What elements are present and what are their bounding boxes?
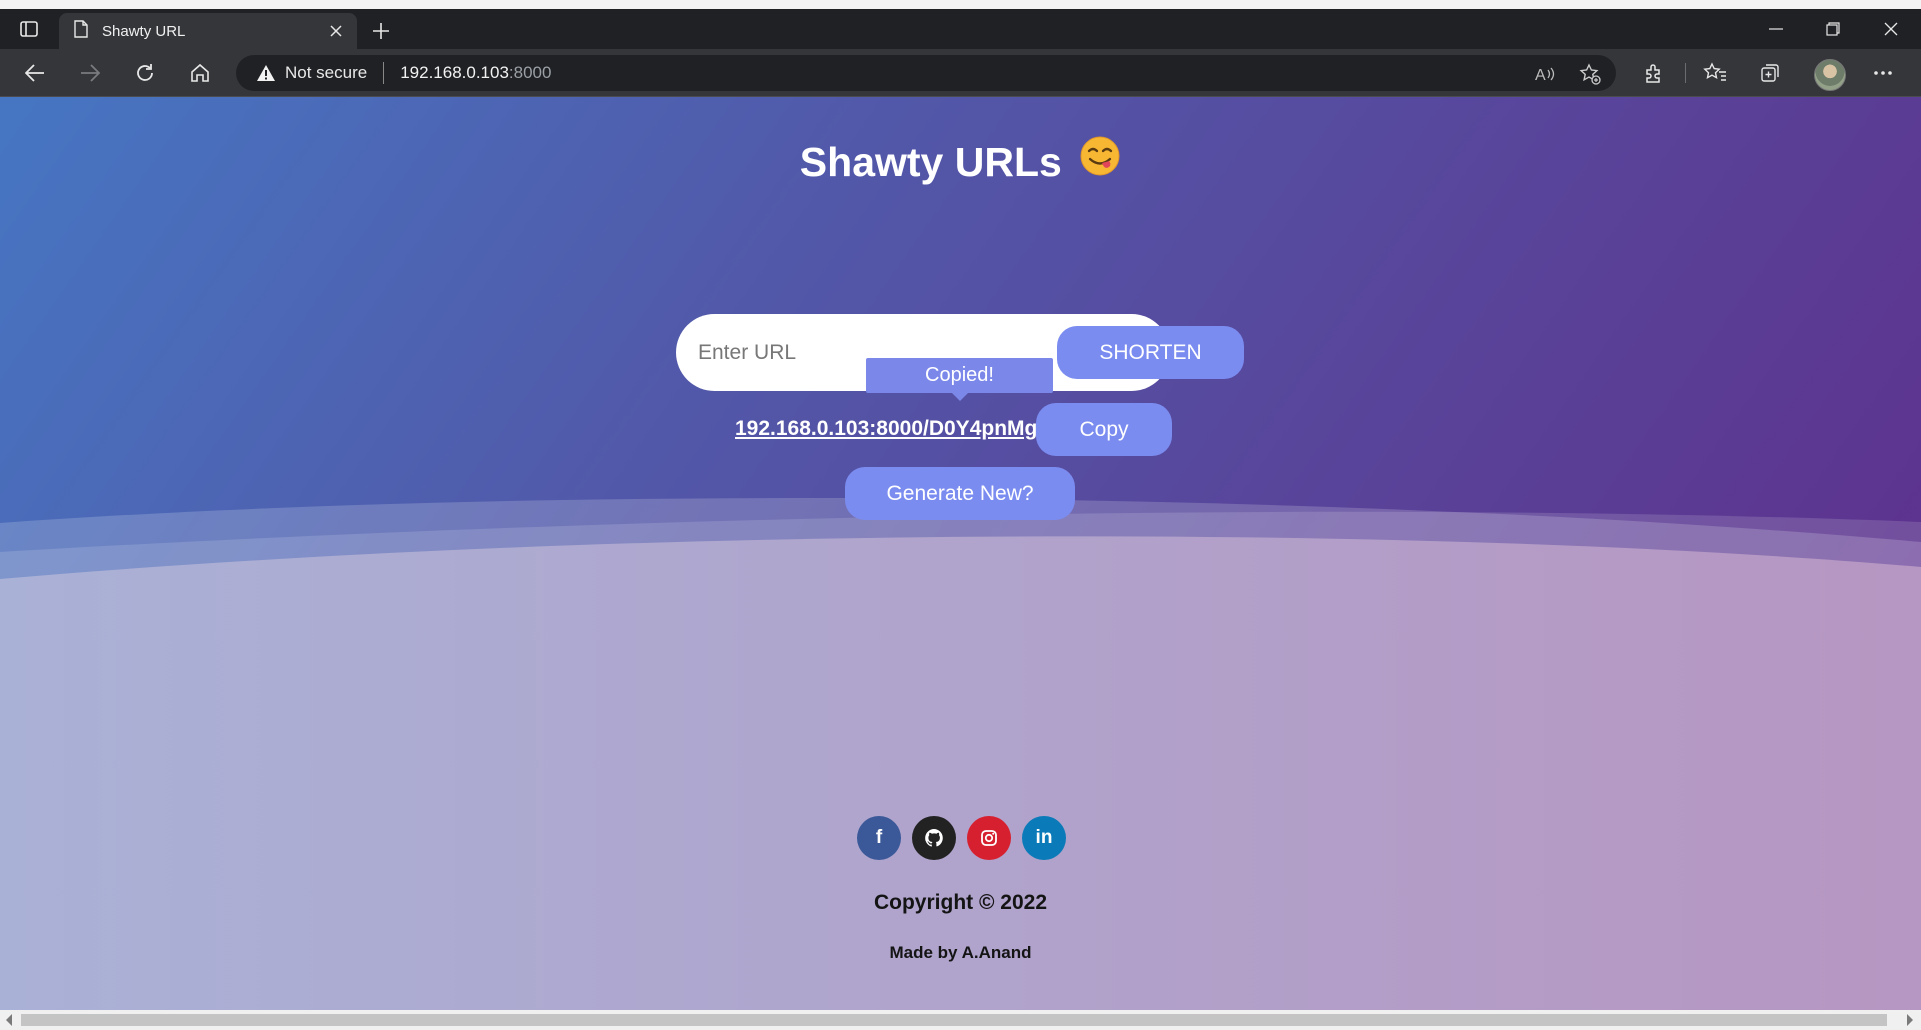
short-url-link[interactable]: 192.168.0.103:8000/D0Y4pnMg <box>735 417 1037 441</box>
url-host: 192.168.0.103 <box>400 63 509 82</box>
read-aloud-icon[interactable]: A <box>1534 63 1556 85</box>
generate-new-button[interactable]: Generate New? <box>845 467 1075 520</box>
home-icon[interactable] <box>182 57 218 89</box>
forward-icon[interactable] <box>72 57 108 89</box>
address-divider <box>383 62 385 84</box>
browser-titlebar: Shawty URL <box>0 9 1921 49</box>
copied-tooltip: Copied! <box>866 358 1053 393</box>
browser-tab[interactable]: Shawty URL <box>59 13 357 49</box>
back-icon[interactable] <box>17 57 53 89</box>
yum-face-icon <box>1079 135 1121 187</box>
page-title: Shawty URLs <box>0 136 1921 187</box>
more-options-icon[interactable] <box>1866 57 1900 89</box>
window-top-edge <box>0 0 1921 9</box>
scroll-left-icon[interactable] <box>6 1014 12 1026</box>
social-links: f in <box>857 816 1066 860</box>
shorten-button[interactable]: SHORTEN <box>1057 326 1244 379</box>
browser-toolbar: Not secure 192.168.0.103:8000 A <box>0 49 1921 97</box>
facebook-glyph: f <box>875 827 883 848</box>
extensions-icon[interactable] <box>1637 57 1671 89</box>
facebook-icon[interactable]: f <box>857 816 901 860</box>
tab-title: Shawty URL <box>102 22 186 40</box>
page-icon <box>74 20 88 42</box>
linkedin-glyph: in <box>1035 827 1053 848</box>
security-status[interactable]: Not secure <box>285 63 367 83</box>
tooltip-arrow <box>952 393 968 401</box>
github-icon[interactable] <box>912 816 956 860</box>
scrollbar-thumb[interactable] <box>21 1014 1887 1026</box>
close-window-icon[interactable] <box>1871 16 1911 42</box>
instagram-icon[interactable] <box>967 816 1011 860</box>
profile-avatar[interactable] <box>1814 59 1846 91</box>
minimize-icon[interactable] <box>1756 16 1796 42</box>
warning-icon[interactable] <box>256 64 276 82</box>
copyright-text: Copyright © 2022 <box>873 891 1047 914</box>
refresh-icon[interactable] <box>127 57 163 89</box>
linkedin-icon[interactable]: in <box>1022 816 1066 860</box>
restore-icon[interactable] <box>1813 16 1853 42</box>
copy-button[interactable]: Copy <box>1036 403 1172 456</box>
horizontal-scrollbar[interactable] <box>0 1010 1921 1030</box>
scroll-right-icon[interactable] <box>1907 1014 1913 1026</box>
page-title-text: Shawty URLs <box>799 139 1062 185</box>
address-bar[interactable]: Not secure 192.168.0.103:8000 A <box>236 55 1616 91</box>
collections-icon[interactable] <box>1753 57 1787 89</box>
url-port: :8000 <box>508 63 552 82</box>
toolbar-divider <box>1685 63 1686 83</box>
wave-background <box>0 498 1921 1010</box>
author-credit: Made by A.Anand <box>889 943 1032 962</box>
web-page: Shawty URLs SHORTEN Copied! 192.168.0.10… <box>0 97 1921 1010</box>
new-tab-icon[interactable] <box>368 18 394 44</box>
tab-actions-icon[interactable] <box>18 18 40 40</box>
add-favorite-icon[interactable] <box>1579 63 1601 85</box>
svg-text:A: A <box>1535 67 1546 83</box>
favorites-icon[interactable] <box>1698 57 1732 89</box>
close-tab-icon[interactable] <box>323 18 349 44</box>
